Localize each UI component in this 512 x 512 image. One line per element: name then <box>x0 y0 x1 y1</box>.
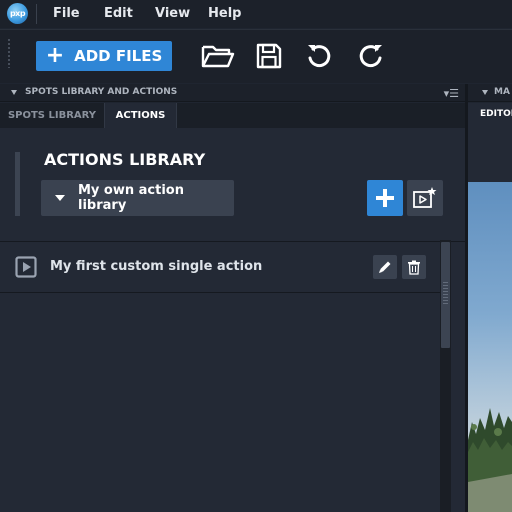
new-action-from-template-button[interactable] <box>407 180 443 216</box>
library-title: ACTIONS LIBRARY <box>44 150 206 169</box>
collapse-triangle-icon[interactable] <box>482 90 488 95</box>
open-folder-icon[interactable] <box>200 39 236 73</box>
actions-panel: ACTIONS LIBRARY My own action library My… <box>0 128 465 512</box>
list-item[interactable]: My first custom single action <box>0 242 440 292</box>
panel-tabs: SPOTS LIBRARY ACTIONS <box>0 103 465 128</box>
save-icon[interactable] <box>251 39 287 73</box>
main-panel-tabs: EDITOR <box>468 103 512 128</box>
menu-help[interactable]: Help <box>208 6 241 21</box>
pencil-icon <box>379 261 391 273</box>
photo-preview[interactable] <box>468 182 512 512</box>
tab-editor[interactable]: EDITOR <box>468 103 512 128</box>
menu-file[interactable]: File <box>53 6 80 21</box>
app-logo-text: pxp <box>9 9 26 18</box>
add-files-label: ADD FILES <box>74 47 163 65</box>
add-files-button[interactable]: + ADD FILES <box>36 41 172 71</box>
undo-icon[interactable] <box>301 39 337 73</box>
trash-icon <box>408 260 420 275</box>
tab-spots-library[interactable]: SPOTS LIBRARY <box>0 103 104 128</box>
new-play-action-icon <box>413 187 437 208</box>
delete-action-button[interactable] <box>402 255 426 279</box>
main-panel-header[interactable]: MA <box>468 84 512 102</box>
scrollbar[interactable] <box>440 240 451 512</box>
divider <box>0 292 440 293</box>
toolbar-grip[interactable] <box>7 38 11 68</box>
panel-title: SPOTS LIBRARY AND ACTIONS <box>25 87 178 97</box>
plus-icon: + <box>45 43 65 68</box>
menubar: pxp File Edit View Help <box>0 0 512 28</box>
tab-actions-label: ACTIONS <box>115 110 166 121</box>
play-action-icon[interactable] <box>15 256 37 278</box>
add-action-button[interactable] <box>367 180 403 216</box>
menu-separator <box>36 4 37 24</box>
section-accent-bar <box>15 152 20 216</box>
toolbar: + ADD FILES <box>0 29 512 83</box>
tab-editor-label: EDITOR <box>480 109 512 119</box>
edit-action-button[interactable] <box>373 255 397 279</box>
panel-header[interactable]: SPOTS LIBRARY AND ACTIONS ▾☰ <box>0 84 465 102</box>
panel-menu-icon[interactable]: ▾☰ <box>444 87 459 100</box>
plus-icon <box>376 189 394 207</box>
redo-icon[interactable] <box>353 39 389 73</box>
collapse-triangle-icon[interactable] <box>11 90 17 95</box>
tab-spots-library-label: SPOTS LIBRARY <box>7 110 97 121</box>
action-label: My first custom single action <box>50 259 263 274</box>
caret-down-icon <box>55 195 65 201</box>
main-panel-title: MA <box>494 87 510 97</box>
library-select[interactable]: My own action library <box>41 180 234 216</box>
library-select-value: My own action library <box>78 183 184 213</box>
photo-image <box>468 408 512 512</box>
scroll-grip-icon <box>443 282 448 304</box>
scrollbar-thumb[interactable] <box>441 242 450 348</box>
menu-edit[interactable]: Edit <box>104 6 133 21</box>
menu-view[interactable]: View <box>155 6 190 21</box>
tab-actions[interactable]: ACTIONS <box>104 103 177 128</box>
app-logo[interactable]: pxp <box>7 3 28 24</box>
editor-toolbar-area <box>468 128 512 182</box>
